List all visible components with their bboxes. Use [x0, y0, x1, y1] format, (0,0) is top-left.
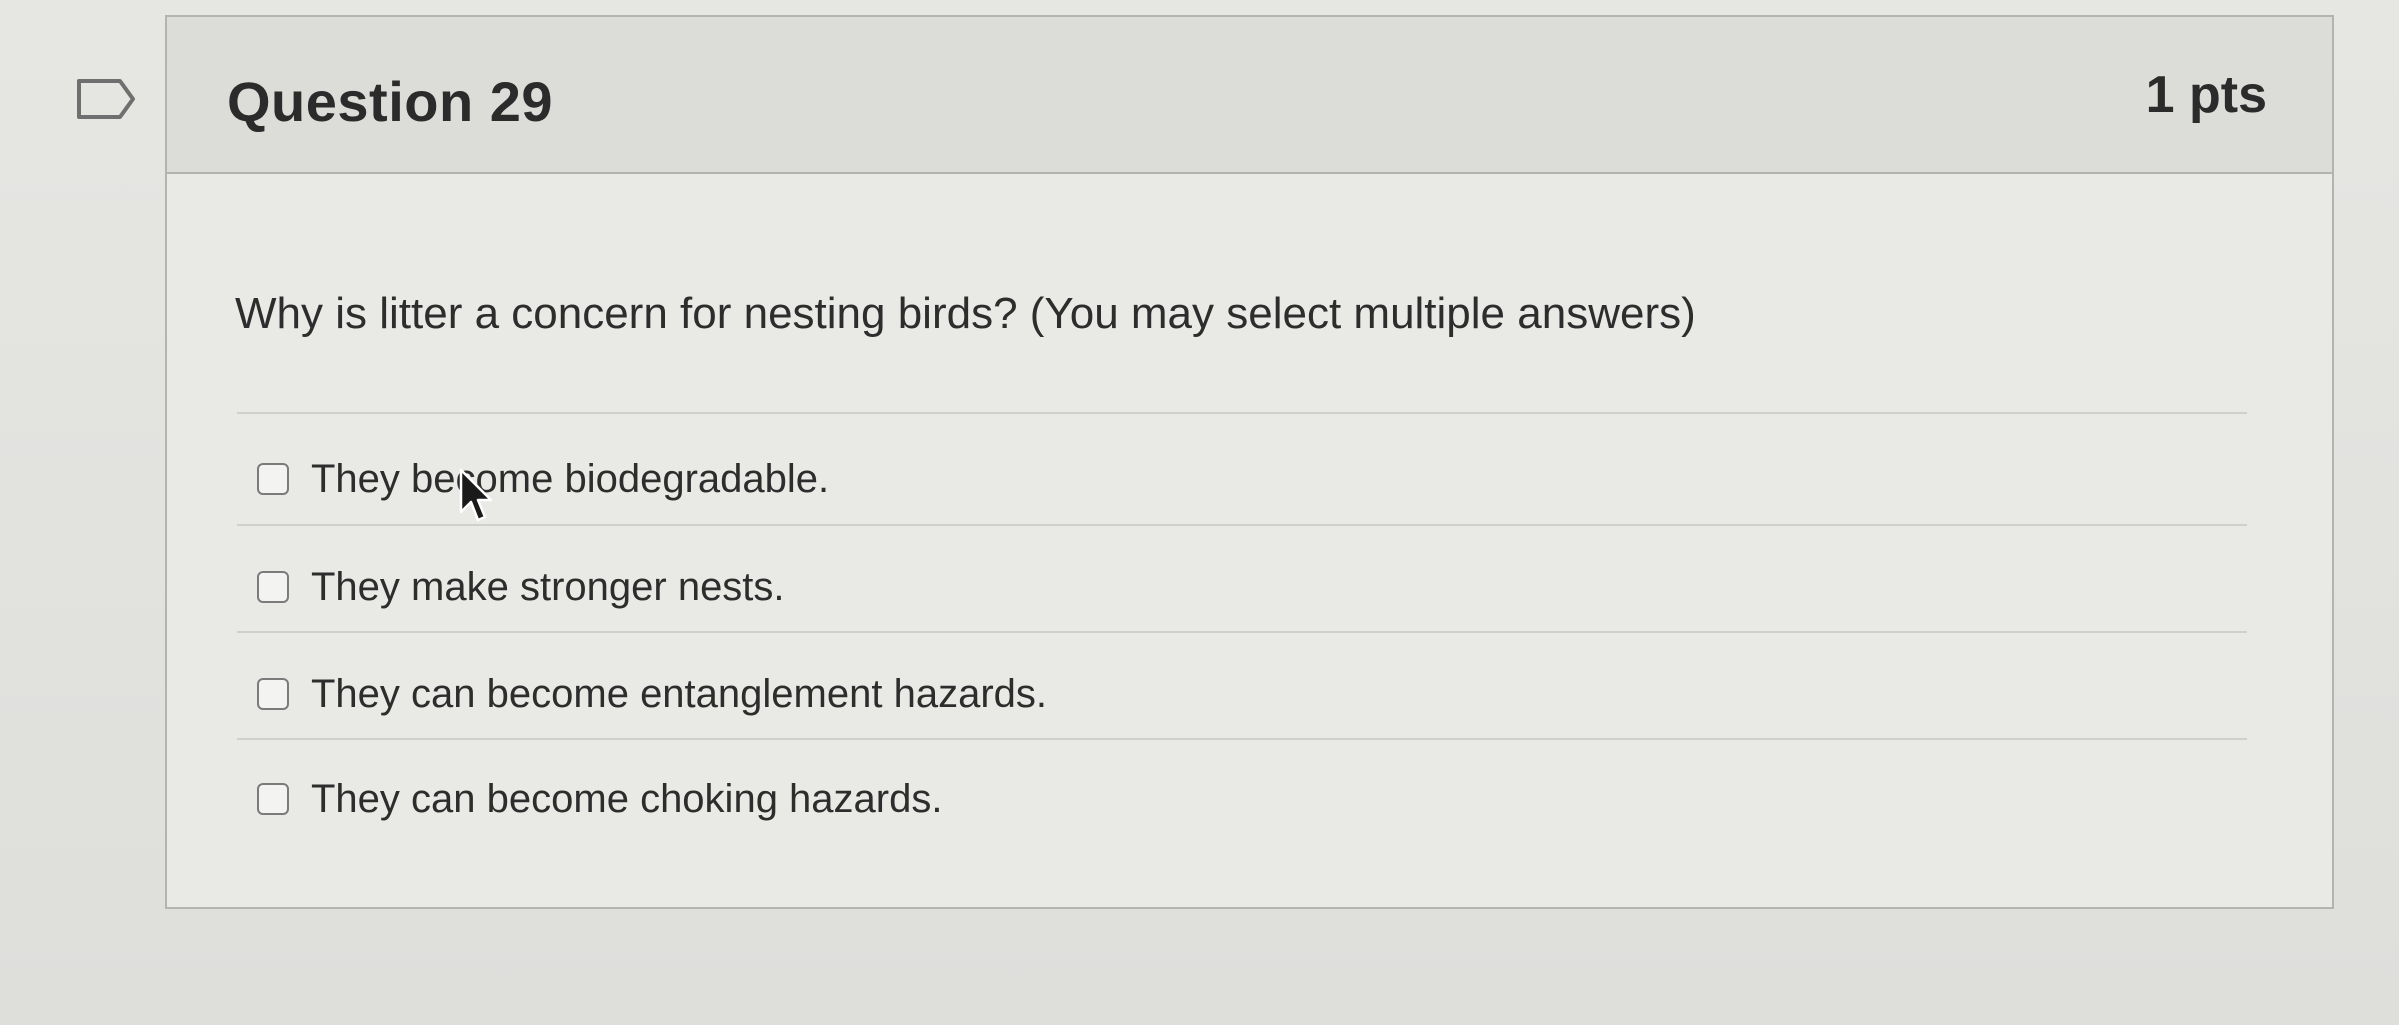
flag-question-icon[interactable] — [76, 78, 136, 120]
question-title: Question 29 — [227, 70, 554, 133]
question-card: Question 29 1 pts Why is litter a concer… — [165, 15, 2334, 909]
quiz-page: Question 29 1 pts Why is litter a concer… — [0, 0, 2399, 1025]
answer-checkbox[interactable] — [257, 678, 289, 710]
mouse-pointer-icon — [459, 468, 493, 522]
answer-option-4[interactable]: They can become choking hazards. — [257, 769, 942, 829]
question-text: Why is litter a concern for nesting bird… — [235, 289, 1696, 338]
divider — [237, 524, 2247, 526]
answer-label: They can become choking hazards. — [311, 776, 943, 821]
answer-option-3[interactable]: They can become entanglement hazards. — [257, 664, 1047, 724]
answer-option-1[interactable]: They become biodegradable. — [257, 449, 829, 509]
answer-option-2[interactable]: They make stronger nests. — [257, 557, 785, 617]
question-points: 1 pts — [2145, 66, 2267, 124]
answer-checkbox[interactable] — [257, 463, 289, 495]
divider — [237, 412, 2247, 414]
divider — [237, 631, 2247, 633]
answer-label: They become biodegradable. — [311, 456, 830, 501]
divider — [237, 738, 2247, 740]
question-header: Question 29 1 pts — [167, 17, 2332, 174]
answer-checkbox[interactable] — [257, 571, 289, 603]
answer-label: They make stronger nests. — [311, 564, 785, 609]
answer-checkbox[interactable] — [257, 783, 289, 815]
answer-label: They can become entanglement hazards. — [311, 671, 1047, 716]
